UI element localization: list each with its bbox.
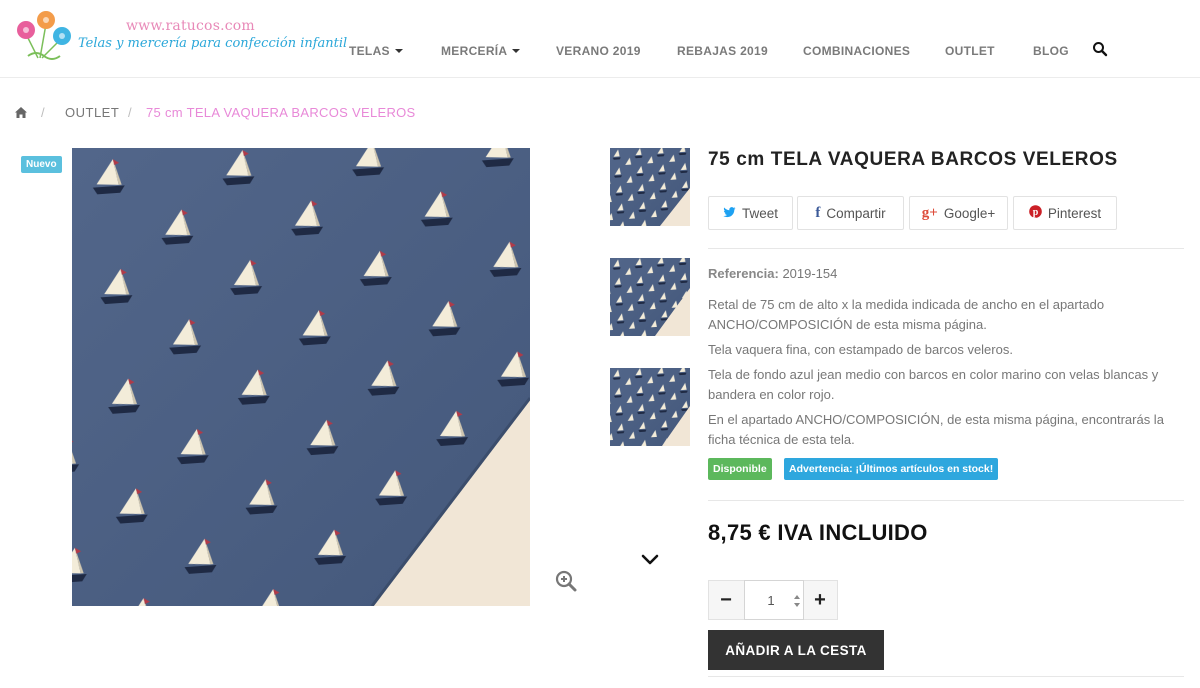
description-paragraph: Tela de fondo azul jean medio con barcos… xyxy=(708,367,1159,402)
nav-item-combinaciones[interactable]: COMBINACIONES xyxy=(803,44,910,58)
add-to-cart-button[interactable]: AÑADIR A LA CESTA xyxy=(708,630,884,670)
site-header: www.ratucos.com Telas y mercería para co… xyxy=(0,0,1200,78)
divider xyxy=(708,248,1184,249)
nav-label: MERCERÍA xyxy=(441,44,508,58)
nav-item-blog[interactable]: BLOG xyxy=(1033,44,1069,58)
nav-item-verano-2019[interactable]: VERANO 2019 xyxy=(556,44,641,58)
stock-warning-badge: Advertencia: ¡Últimos artículos en stock… xyxy=(784,458,999,480)
twitter-icon xyxy=(723,206,736,221)
share-pinterest-label: Pinterest xyxy=(1047,205,1102,221)
chevron-down-icon[interactable] xyxy=(640,553,660,567)
share-tweet-button[interactable]: Tweet xyxy=(708,196,793,230)
product-thumbnail-3[interactable] xyxy=(610,368,690,446)
breadcrumb-item-outlet[interactable]: OUTLET xyxy=(65,105,119,120)
breadcrumb-current: 75 cm TELA VAQUERA BARCOS VELEROS xyxy=(146,105,416,120)
divider xyxy=(708,500,1184,501)
main-product-image[interactable] xyxy=(72,148,530,606)
thumbnail-photo xyxy=(610,148,690,226)
share-facebook-button[interactable]: f Compartir xyxy=(797,196,904,230)
home-icon[interactable] xyxy=(14,106,28,119)
thumbnail-photo xyxy=(610,258,690,336)
spinner-arrows-icon[interactable] xyxy=(793,593,801,609)
share-facebook-label: Compartir xyxy=(826,205,886,221)
divider xyxy=(708,676,1184,677)
description-paragraph: Retal de 75 cm de alto x la medida indic… xyxy=(708,297,1105,332)
caret-down-icon xyxy=(512,48,521,53)
share-tweet-label: Tweet xyxy=(741,205,779,221)
breadcrumb-separator: / xyxy=(128,105,132,120)
main-nav: TELAS MERCERÍA VERANO 2019 REBAJAS 2019 … xyxy=(0,44,1200,58)
breadcrumb-separator: / xyxy=(41,105,45,120)
nav-item-merceria[interactable]: MERCERÍA xyxy=(441,44,521,58)
reference-label: Referencia: xyxy=(708,266,779,281)
nav-item-telas[interactable]: TELAS xyxy=(349,44,403,58)
description-paragraph: En el apartado ANCHO/COMPOSICIÓN, de est… xyxy=(708,412,1164,447)
share-pinterest-button[interactable]: p Pinterest xyxy=(1013,196,1117,230)
availability-badge: Disponible xyxy=(708,458,772,480)
reference-value: 2019-154 xyxy=(782,266,838,281)
product-reference: Referencia: 2019-154 xyxy=(708,266,837,281)
product-thumbnail-1[interactable] xyxy=(610,148,690,226)
pinterest-icon: p xyxy=(1029,205,1042,221)
product-thumbnail-2[interactable] xyxy=(610,258,690,336)
logo-url-text: www.ratucos.com xyxy=(126,18,255,34)
search-icon[interactable] xyxy=(1092,41,1108,57)
nav-label: TELAS xyxy=(349,44,390,58)
caret-down-icon xyxy=(394,48,403,53)
new-badge: Nuevo xyxy=(21,156,62,173)
fabric-photo xyxy=(72,148,530,606)
share-google-plus-label: Google+ xyxy=(943,205,996,221)
facebook-icon: f xyxy=(815,204,821,221)
svg-text:p: p xyxy=(1033,207,1039,218)
breadcrumb: / OUTLET / 75 cm TELA VAQUERA BARCOS VEL… xyxy=(14,105,514,121)
product-title: 75 cm TELA VAQUERA BARCOS VELEROS xyxy=(708,149,1118,170)
thumbnail-photo xyxy=(610,368,690,446)
quantity-decrease-button[interactable]: − xyxy=(709,581,743,619)
product-price: 8,75 € IVA INCLUIDO xyxy=(708,520,928,545)
description-paragraph: Tela vaquera fina, con estampado de barc… xyxy=(708,342,1013,357)
nav-item-outlet[interactable]: OUTLET xyxy=(945,44,995,58)
google-plus-icon: g+ xyxy=(921,204,938,221)
share-google-plus-button[interactable]: g+ Google+ xyxy=(909,196,1008,230)
nav-item-rebajas-2019[interactable]: REBAJAS 2019 xyxy=(677,44,768,58)
quantity-stepper: − + xyxy=(708,580,838,620)
quantity-increase-button[interactable]: + xyxy=(803,581,837,619)
zoom-in-icon[interactable] xyxy=(555,570,577,592)
